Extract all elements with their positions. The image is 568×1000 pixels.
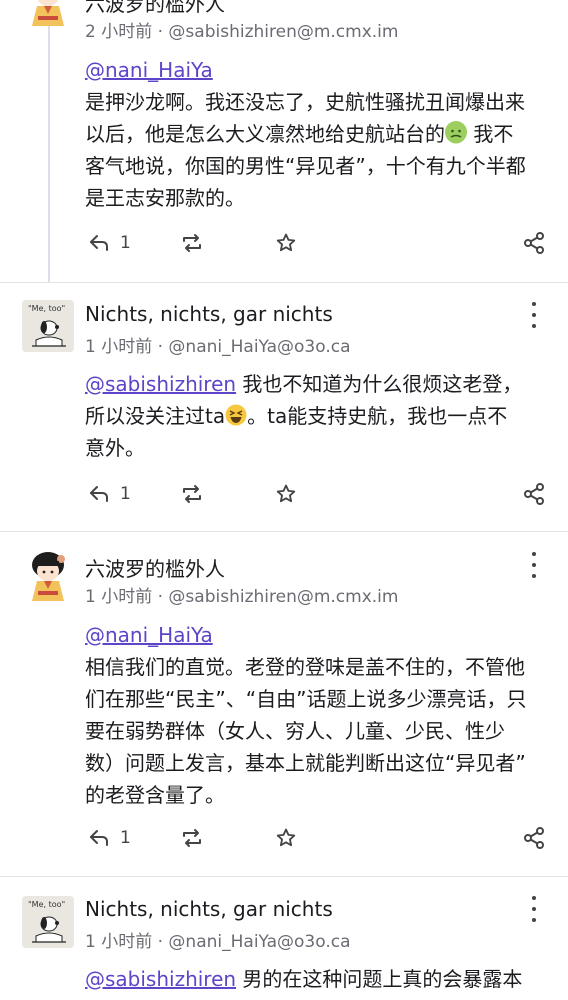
share-icon xyxy=(524,232,544,254)
post-actions: 1 xyxy=(0,823,568,853)
nauseated-face-emoji xyxy=(445,121,467,144)
mention-link[interactable]: @sabishizhiren xyxy=(85,372,236,396)
reply-icon xyxy=(90,486,108,502)
share-button[interactable] xyxy=(522,823,546,853)
divider xyxy=(0,282,568,283)
mention-link[interactable]: @sabishizhiren xyxy=(85,967,236,991)
favourite-button[interactable] xyxy=(275,479,297,509)
reply-icon xyxy=(90,235,108,251)
post-body: @sabishizhiren 男的在这种问题上真的会暴露本 xyxy=(85,967,523,991)
divider xyxy=(0,531,568,532)
boost-icon xyxy=(183,234,201,252)
body-line: 的老登含量了。 xyxy=(85,783,225,807)
svg-text:"Me, too": "Me, too" xyxy=(28,900,65,909)
share-icon xyxy=(524,483,544,505)
more-options-button[interactable] xyxy=(524,302,544,328)
star-icon xyxy=(276,828,296,847)
post-author[interactable]: Nichts, nichts, gar nichts xyxy=(85,302,333,326)
body-line: 相信我们的直觉。老登的登味是盖不住的，不管他 xyxy=(85,655,525,679)
avatar-snoopy-me-too[interactable]: "Me, too" xyxy=(22,896,74,948)
more-options-button[interactable] xyxy=(524,552,544,578)
body-line: 是王志安那款的。 xyxy=(85,186,245,210)
body-line: 是押沙龙啊。我还没忘了，史航性骚扰丑闻爆出来 xyxy=(85,90,525,114)
share-button[interactable] xyxy=(522,479,546,509)
body-line: 要在弱势群体（女人、穷人、儿童、少民、性少 xyxy=(85,719,505,743)
body-line-with-emoji: 所以没关注过ta 。ta能支持史航，我也一点不 xyxy=(85,403,508,428)
reply-button[interactable]: 1 xyxy=(88,479,131,509)
reply-button[interactable]: 1 xyxy=(88,228,131,258)
favourite-button[interactable] xyxy=(275,228,297,258)
post-meta[interactable]: 1 小时前 · @sabishizhiren@m.cmx.im xyxy=(85,582,398,607)
reply-icon xyxy=(90,830,108,846)
post-author[interactable]: Nichts, nichts, gar nichts xyxy=(85,897,333,921)
body-line: 客气地说，你国的男性“异见者”，十个有九个半都 xyxy=(85,154,526,178)
post-actions: 1 xyxy=(0,228,568,258)
star-icon xyxy=(276,233,296,252)
avatar-snoopy-me-too[interactable]: "Me, too" xyxy=(22,300,74,352)
post-meta[interactable]: 2 小时前 · @sabishizhiren@m.cmx.im xyxy=(85,17,398,42)
post-author[interactable]: 六波罗的槛外人 xyxy=(85,553,225,582)
reply-button[interactable]: 1 xyxy=(88,823,131,853)
reply-count: 1 xyxy=(120,828,131,848)
post-actions: 1 xyxy=(0,479,568,509)
post-meta[interactable]: 1 小时前 · @nani_HaiYa@o3o.ca xyxy=(85,332,351,357)
mention-link[interactable]: @nani_HaiYa xyxy=(85,623,213,647)
boost-button[interactable] xyxy=(180,479,204,509)
post-body: @nani_HaiYa 相信我们的直觉。老登的登味是盖不住的，不管他 们在那些“… xyxy=(85,619,545,811)
star-icon xyxy=(276,484,296,503)
svg-text:"Me, too": "Me, too" xyxy=(28,304,65,313)
share-button[interactable] xyxy=(522,228,546,258)
body-line: 数）问题上发言，基本上就能判断出这位“异见者” xyxy=(85,751,526,775)
body-line: 们在那些“民主”、“自由”话题上说多少漂亮话，只 xyxy=(85,687,527,711)
post-author[interactable]: 六波罗的槛外人 xyxy=(85,0,225,17)
grinning-squinting-face-emoji xyxy=(225,403,247,426)
post-meta[interactable]: 1 小时前 · @nani_HaiYa@o3o.ca xyxy=(85,927,351,952)
avatar-kimono-girl[interactable] xyxy=(22,0,74,26)
body-line: 意外。 xyxy=(85,436,145,460)
reply-count: 1 xyxy=(120,484,131,504)
boost-button[interactable] xyxy=(180,823,204,853)
post-body: @nani_HaiYa 是押沙龙啊。我还没忘了，史航性骚扰丑闻爆出来 以后，他是… xyxy=(85,54,545,214)
divider xyxy=(0,876,568,877)
boost-button[interactable] xyxy=(180,228,204,258)
reply-count: 1 xyxy=(120,233,131,253)
more-options-button[interactable] xyxy=(524,896,544,922)
boost-icon xyxy=(183,485,201,503)
mention-link[interactable]: @nani_HaiYa xyxy=(85,58,213,82)
body-line-with-emoji: 以后，他是怎么大义凛然地给史航站台的 我不 xyxy=(85,121,514,146)
post-body: @sabishizhiren 我也不知道为什么很烦这老登， 所以没关注过ta 。t… xyxy=(85,368,545,464)
boost-icon xyxy=(183,829,201,847)
share-icon xyxy=(524,827,544,849)
avatar-kimono-girl[interactable] xyxy=(22,549,74,601)
favourite-button[interactable] xyxy=(275,823,297,853)
